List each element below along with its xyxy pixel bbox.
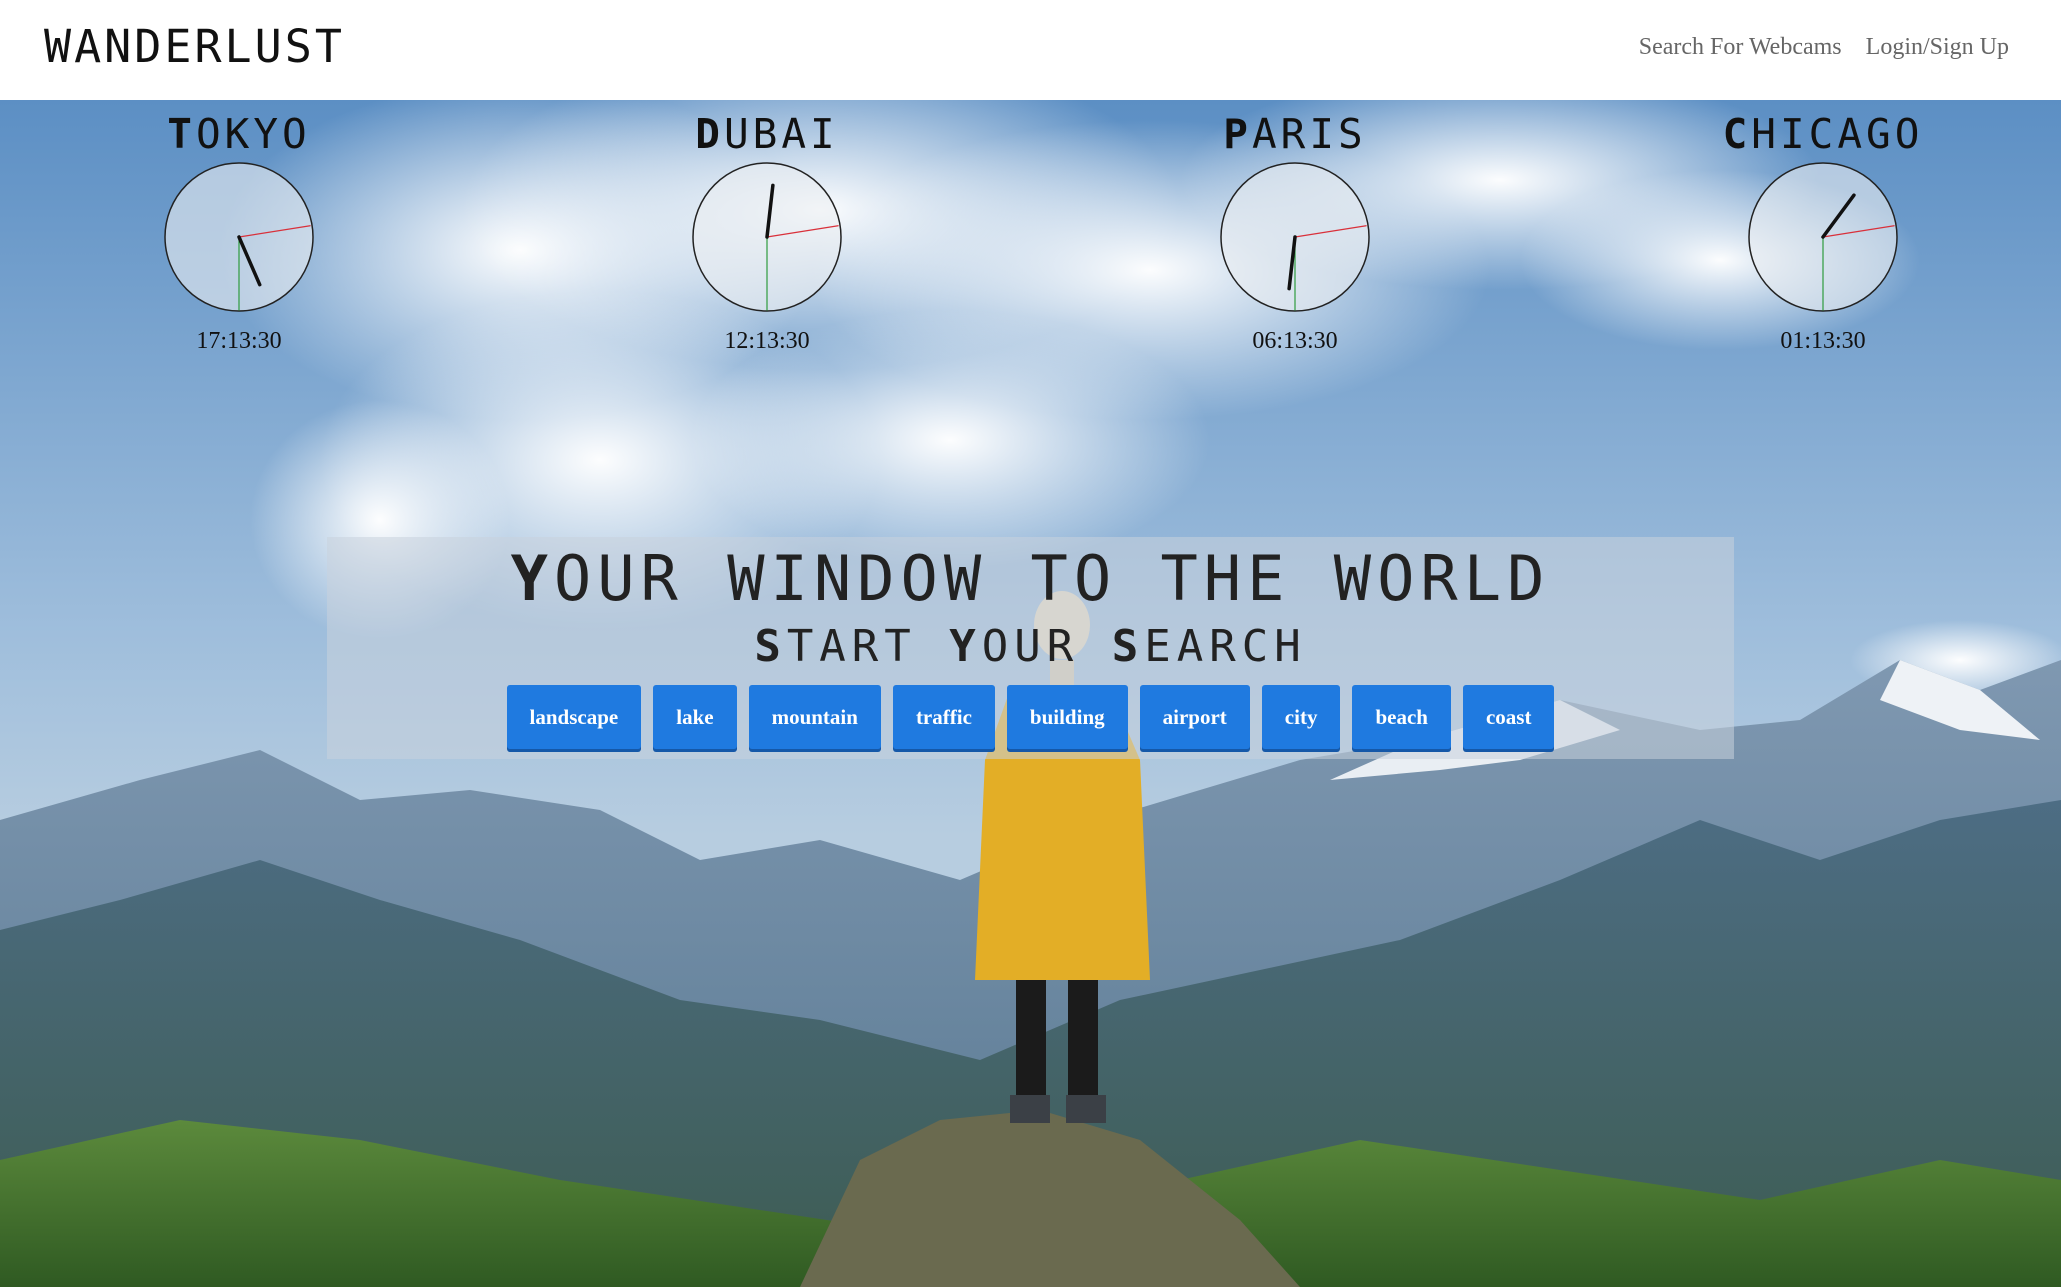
analog-clock-face <box>1220 162 1370 312</box>
category-tag-list: landscape lake mountain traffic building… <box>327 685 1734 749</box>
digital-time: 06:13:30 <box>1252 328 1338 354</box>
tag-landscape-button[interactable]: landscape <box>506 685 642 749</box>
hero-search-panel: YOUR WINDOW TO THE WORLD START YOUR SEAR… <box>327 537 1734 759</box>
analog-clock-face <box>692 162 842 312</box>
brand-logo-text[interactable]: WANDERLUST <box>44 20 345 73</box>
analog-clock-face <box>164 162 314 312</box>
tag-mountain-button[interactable]: mountain <box>748 685 881 749</box>
digital-time: 01:13:30 <box>1780 328 1866 354</box>
hero-title: YOUR WINDOW TO THE WORLD <box>510 542 1551 615</box>
city-name: PARIS <box>1223 110 1367 158</box>
city-name: DUBAI <box>695 110 839 158</box>
tag-traffic-button[interactable]: traffic <box>892 685 995 749</box>
tag-coast-button[interactable]: coast <box>1462 685 1555 749</box>
tag-city-button[interactable]: city <box>1261 685 1341 749</box>
tag-beach-button[interactable]: beach <box>1352 685 1451 749</box>
clock-tokyo: TOKYO 17:13:30 <box>109 108 369 355</box>
tag-lake-button[interactable]: lake <box>653 685 737 749</box>
search-webcams-link[interactable]: Search For Webcams <box>1639 34 1842 61</box>
analog-clock-face <box>1748 162 1898 312</box>
top-nav-bar: WANDERLUST Search For Webcams Login/Sign… <box>0 0 2061 100</box>
clock-paris: PARIS 06:13:30 <box>1165 108 1425 355</box>
digital-time: 17:13:30 <box>196 328 282 354</box>
hero-subtitle: START YOUR SEARCH <box>754 621 1307 672</box>
clock-chicago: CHICAGO 01:13:30 <box>1693 108 1953 355</box>
clock-dubai: DUBAI 12:13:30 <box>637 108 897 355</box>
city-name: CHICAGO <box>1722 110 1924 158</box>
digital-time: 12:13:30 <box>724 328 810 354</box>
nav-links: Search For Webcams Login/Sign Up <box>1639 34 2009 61</box>
login-signup-link[interactable]: Login/Sign Up <box>1866 34 2009 61</box>
tag-airport-button[interactable]: airport <box>1139 685 1250 749</box>
tag-building-button[interactable]: building <box>1006 685 1128 749</box>
city-name: TOKYO <box>167 110 311 158</box>
page: WANDERLUST Search For Webcams Login/Sign… <box>0 0 2061 1287</box>
